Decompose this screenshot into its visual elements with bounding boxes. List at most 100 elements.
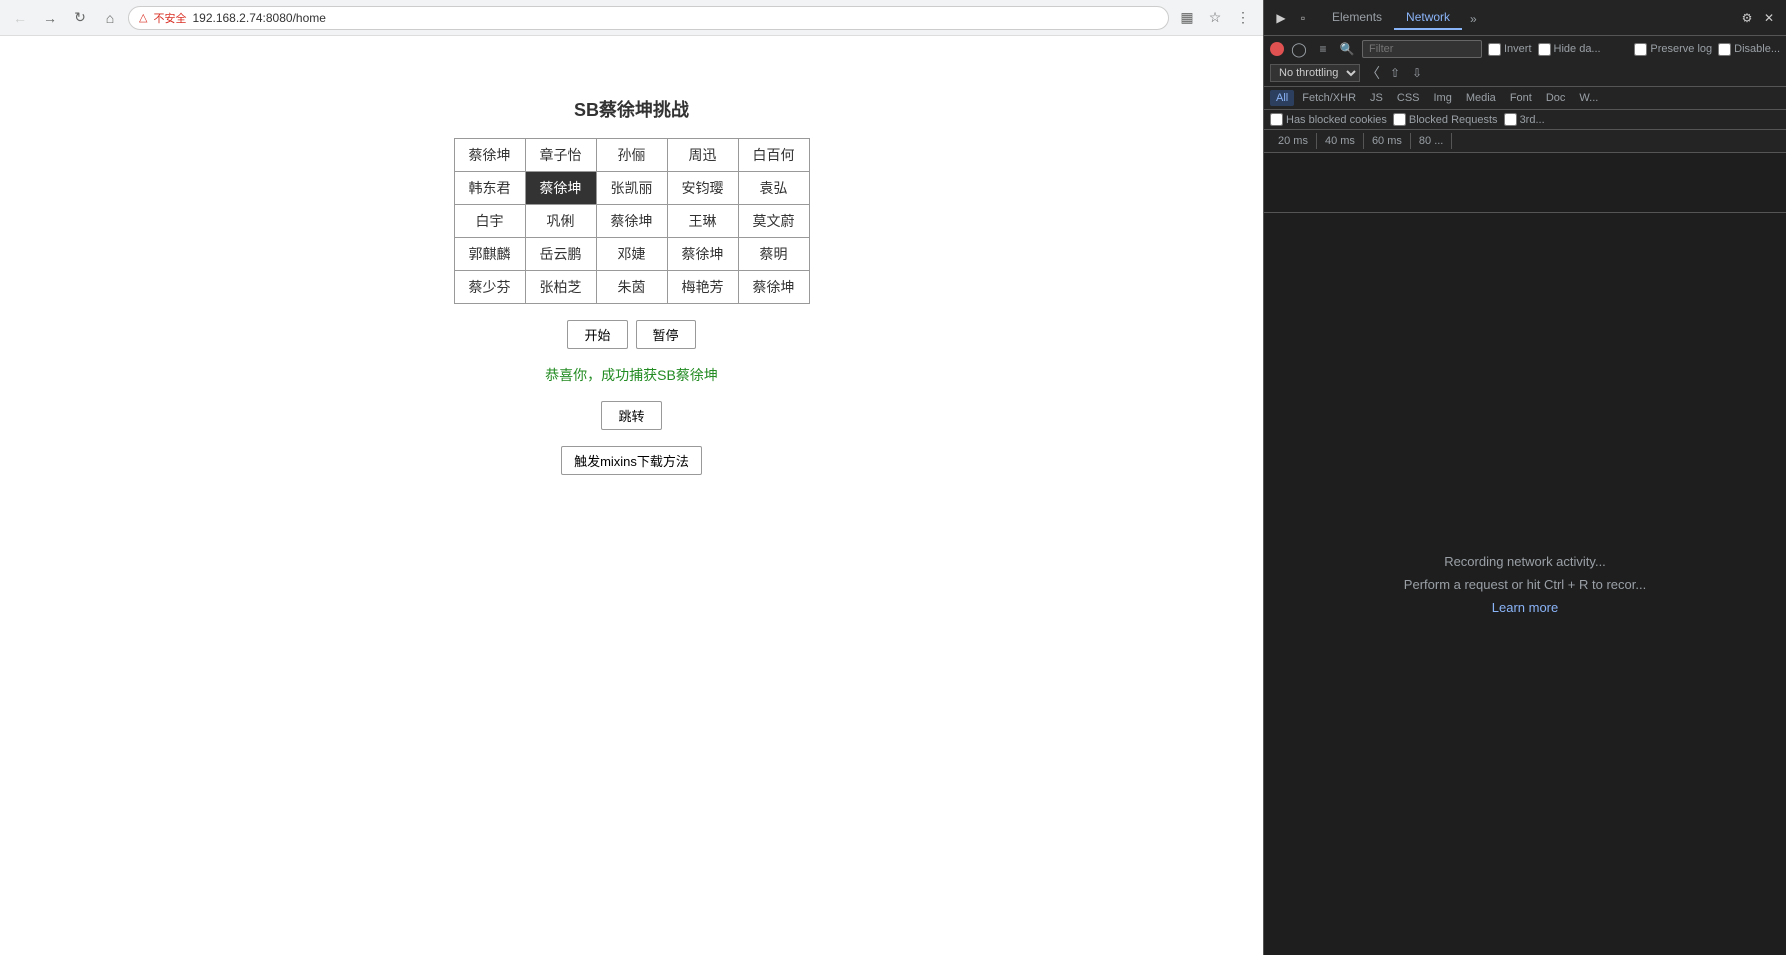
table-cell: 蔡明 xyxy=(738,238,809,271)
filter-type-js[interactable]: JS xyxy=(1364,90,1389,106)
table-cell: 巩俐 xyxy=(525,205,596,238)
filter-type-img[interactable]: Img xyxy=(1428,90,1458,106)
game-table: 蔡徐坤章子怡孙俪周迅白百何韩东君蔡徐坤张凯丽安钧璎袁弘白宇巩俐蔡徐坤王琳莫文蔚郭… xyxy=(454,138,810,304)
bookmark-button[interactable]: ☆ xyxy=(1203,6,1227,30)
address-bar[interactable]: △ 不安全 192.168.2.74:8080/home xyxy=(128,6,1169,30)
wifi-icon[interactable]: 〈 xyxy=(1364,64,1382,82)
import-icon[interactable]: ⇧ xyxy=(1386,64,1404,82)
table-cell: 蔡徐坤 xyxy=(596,205,667,238)
tab-network[interactable]: Network xyxy=(1394,6,1462,30)
security-warning-text: 不安全 xyxy=(153,10,186,26)
record-button[interactable] xyxy=(1270,42,1284,56)
filter-checkbox[interactable] xyxy=(1393,113,1406,126)
search-icon[interactable]: 🔍 xyxy=(1338,40,1356,58)
browser-action-buttons: ▦ ☆ ⋮ xyxy=(1175,6,1255,30)
filter-type-w...[interactable]: W... xyxy=(1573,90,1604,106)
reload-button[interactable]: ↻ xyxy=(68,6,92,30)
table-cell: 孙俪 xyxy=(596,139,667,172)
invert-checkbox[interactable] xyxy=(1488,43,1501,56)
inspect-icon[interactable]: ▶ xyxy=(1272,9,1290,27)
timeline-label: 40 ms xyxy=(1317,133,1364,149)
hide-data-checkbox-label[interactable]: Hide da... xyxy=(1538,43,1601,56)
table-cell: 袁弘 xyxy=(738,172,809,205)
filter-types-bar: AllFetch/XHRJSCSSImgMediaFontDocW... xyxy=(1264,87,1786,110)
table-cell: 周迅 xyxy=(667,139,738,172)
timeline-header: 20 ms40 ms60 ms80 ... xyxy=(1264,130,1786,153)
success-message: 恭喜你，成功捕获SB蔡徐坤 xyxy=(545,365,718,385)
preserve-log-label[interactable]: Preserve log xyxy=(1634,43,1712,56)
clear-button[interactable]: ◯ xyxy=(1290,40,1308,58)
table-cell: 章子怡 xyxy=(525,139,596,172)
table-cell: 邓婕 xyxy=(596,238,667,271)
table-cell: 韩东君 xyxy=(454,172,525,205)
disable-cache-checkbox[interactable] xyxy=(1718,43,1731,56)
preserve-log-text: Preserve log xyxy=(1650,43,1712,55)
invert-label: Invert xyxy=(1504,43,1532,55)
hide-data-checkbox[interactable] xyxy=(1538,43,1551,56)
devtools-panel: ▶ ▫ Elements Network » ⚙ ✕ ◯ ≡ 🔍 Invert … xyxy=(1263,0,1786,955)
browser-frame: ← → ↻ ⌂ △ 不安全 192.168.2.74:8080/home ▦ ☆… xyxy=(0,0,1263,955)
disable-cache-text: Disable... xyxy=(1734,43,1780,55)
hide-data-label: Hide da... xyxy=(1554,43,1601,55)
table-cell: 朱茵 xyxy=(596,271,667,304)
table-cell: 郭麒麟 xyxy=(454,238,525,271)
devtools-main: Recording network activity... Perform a … xyxy=(1264,213,1786,955)
table-cell: 蔡少芬 xyxy=(454,271,525,304)
filter-type-font[interactable]: Font xyxy=(1504,90,1538,106)
tab-elements[interactable]: Elements xyxy=(1320,6,1394,30)
browser-toolbar: ← → ↻ ⌂ △ 不安全 192.168.2.74:8080/home ▦ ☆… xyxy=(0,0,1263,36)
filter-type-all[interactable]: All xyxy=(1270,90,1294,106)
devtools-toolbar: ▶ ▫ Elements Network » ⚙ ✕ xyxy=(1264,0,1786,36)
table-cell: 张凯丽 xyxy=(596,172,667,205)
table-cell: 白百何 xyxy=(738,139,809,172)
filter-type-doc[interactable]: Doc xyxy=(1540,90,1572,106)
throttle-select[interactable]: No throttling xyxy=(1270,64,1360,82)
disable-cache-label[interactable]: Disable... xyxy=(1718,43,1780,56)
table-cell: 蔡徐坤 xyxy=(667,238,738,271)
filter-row2-checkbox[interactable]: Blocked Requests xyxy=(1393,113,1498,126)
filter-icon[interactable]: ≡ xyxy=(1314,40,1332,58)
pause-button[interactable]: 暂停 xyxy=(636,320,696,349)
table-cell: 王琳 xyxy=(667,205,738,238)
filter-type-css[interactable]: CSS xyxy=(1391,90,1426,106)
timeline-graph xyxy=(1264,153,1786,213)
table-cell: 蔡徐坤 xyxy=(525,172,596,205)
table-cell: 梅艳芳 xyxy=(667,271,738,304)
trigger-button[interactable]: 触发mixins下载方法 xyxy=(561,446,702,475)
control-buttons: 开始 暂停 xyxy=(567,320,695,349)
table-cell: 白宇 xyxy=(454,205,525,238)
filter-row2-checkbox[interactable]: 3rd... xyxy=(1504,113,1545,126)
recording-text: Recording network activity... xyxy=(1444,554,1606,569)
device-icon[interactable]: ▫ xyxy=(1294,9,1312,27)
learn-more-link[interactable]: Learn more xyxy=(1492,600,1558,615)
start-button[interactable]: 开始 xyxy=(567,320,627,349)
perform-text: Perform a request or hit Ctrl + R to rec… xyxy=(1404,577,1646,592)
home-button[interactable]: ⌂ xyxy=(98,6,122,30)
filter-checkbox[interactable] xyxy=(1270,113,1283,126)
filter-type-media[interactable]: Media xyxy=(1460,90,1502,106)
tab-more[interactable]: » xyxy=(1462,8,1485,30)
filter-checkbox[interactable] xyxy=(1504,113,1517,126)
page-content: SB蔡徐坤挑战 蔡徐坤章子怡孙俪周迅白百何韩东君蔡徐坤张凯丽安钧璎袁弘白宇巩俐蔡… xyxy=(454,96,810,475)
filter-type-fetch/xhr[interactable]: Fetch/XHR xyxy=(1296,90,1362,106)
close-devtools-icon[interactable]: ✕ xyxy=(1760,9,1778,27)
filter-input[interactable] xyxy=(1362,40,1482,58)
network-filter-bar: ◯ ≡ 🔍 Invert Hide da... Preserve log Dis… xyxy=(1264,36,1786,87)
jump-button[interactable]: 跳转 xyxy=(601,401,661,430)
page-title: SB蔡徐坤挑战 xyxy=(574,96,689,122)
filter-row2-checkbox[interactable]: Has blocked cookies xyxy=(1270,113,1387,126)
preserve-log-checkbox[interactable] xyxy=(1634,43,1647,56)
table-cell: 安钧璎 xyxy=(667,172,738,205)
filter-row2: Has blocked cookies Blocked Requests 3rd..… xyxy=(1264,110,1786,130)
settings-icon[interactable]: ⚙ xyxy=(1738,9,1756,27)
security-warning-icon: △ xyxy=(139,11,147,24)
timeline-label: 80 ... xyxy=(1411,133,1452,149)
menu-button[interactable]: ⋮ xyxy=(1231,6,1255,30)
cast-button[interactable]: ▦ xyxy=(1175,6,1199,30)
export-icon[interactable]: ⇩ xyxy=(1408,64,1426,82)
table-cell: 蔡徐坤 xyxy=(738,271,809,304)
forward-button[interactable]: → xyxy=(38,6,62,30)
table-cell: 莫文蔚 xyxy=(738,205,809,238)
invert-checkbox-label[interactable]: Invert xyxy=(1488,43,1532,56)
back-button[interactable]: ← xyxy=(8,6,32,30)
